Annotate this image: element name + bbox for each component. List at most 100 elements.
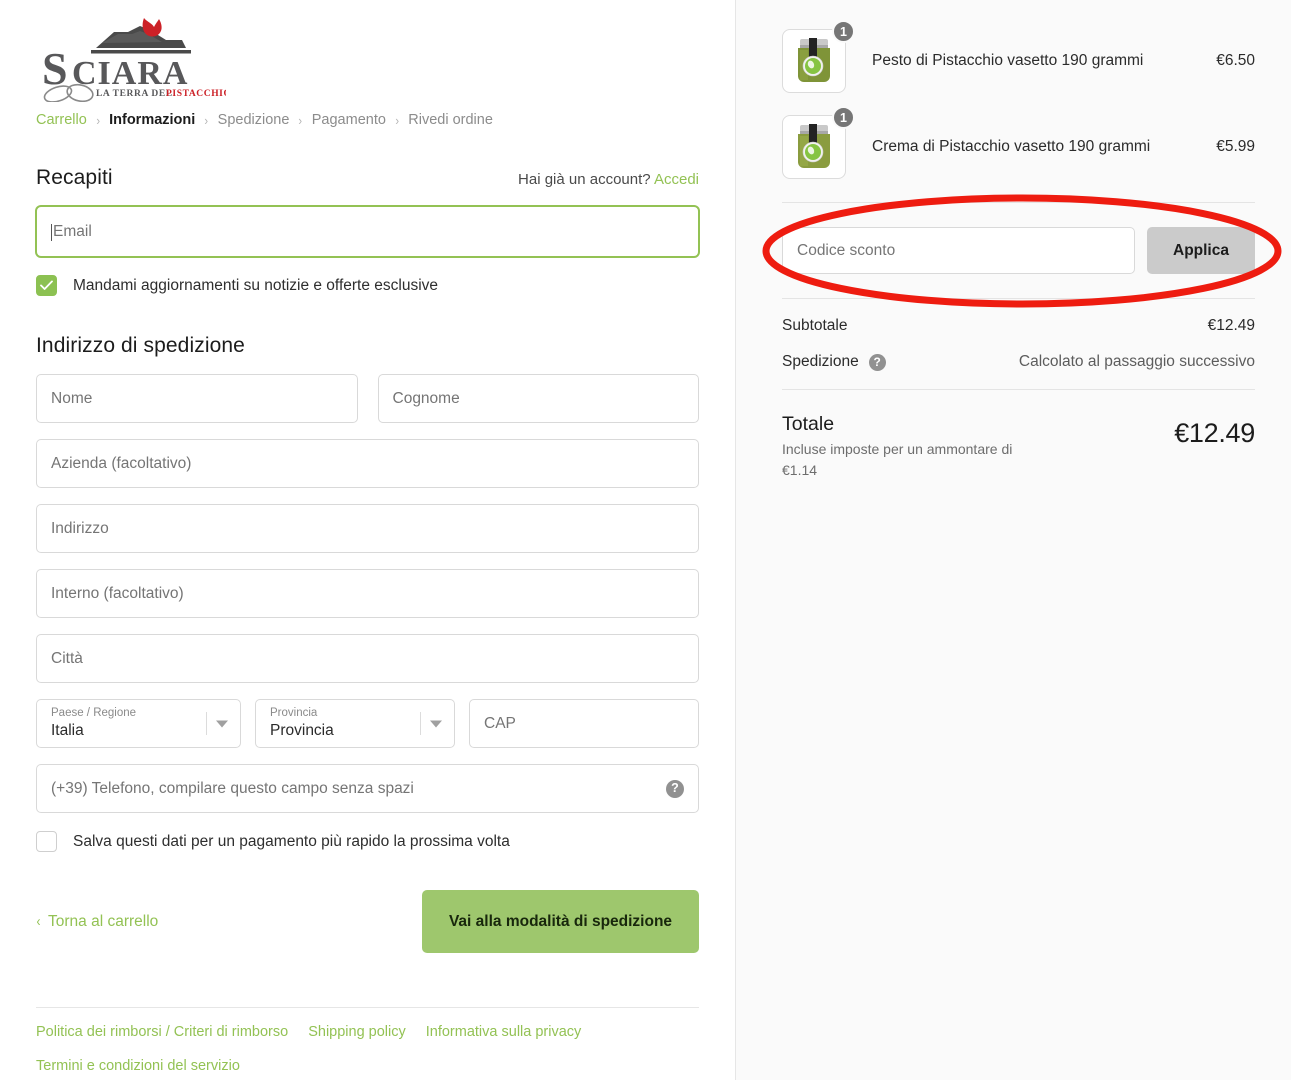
contact-section-header: Recapiti Hai già un account? Accedi [36, 166, 699, 190]
last-name-input[interactable]: Cognome [377, 374, 699, 423]
breadcrumb: Carrello › Informazioni › Spedizione › P… [36, 112, 699, 128]
province-label: Provincia [270, 707, 318, 720]
select-divider [420, 712, 421, 735]
address2-input[interactable]: Interno (facoltativo) [36, 569, 699, 618]
first-name-placeholder: Nome [51, 389, 93, 407]
save-info-checkbox-row[interactable]: Salva questi dati per un pagamento più r… [36, 831, 699, 852]
product-price: €6.50 [1216, 52, 1255, 69]
chevron-left-icon: ‹ [36, 913, 41, 930]
brand-logo[interactable]: S CIARA LA TERRA DEL PISTACCHIO [36, 0, 699, 102]
apply-discount-button[interactable]: Applica [1147, 227, 1255, 274]
subtotal-value: €12.49 [1207, 317, 1255, 334]
shipping-title: Indirizzo di spedizione [36, 334, 245, 357]
footer-link-privacy-policy[interactable]: Informativa sulla privacy [426, 1024, 582, 1040]
shipping-value: Calcolato al passaggio successivo [1018, 353, 1255, 370]
cart-line-item: 1 Pesto di Pistacchio vasetto 190 grammi… [782, 18, 1255, 104]
product-name: Pesto di Pistacchio vasetto 190 grammi [872, 51, 1144, 69]
product-thumbnail-wrap[interactable]: 1 [782, 106, 855, 179]
grand-total-value: €12.49 [1174, 418, 1255, 448]
grand-total-row: Totale Incluse imposte per un ammontare … [782, 390, 1255, 480]
summary-divider [782, 202, 1255, 203]
contact-title: Recapiti [36, 166, 113, 189]
footer-link-terms-of-service[interactable]: Termini e condizioni del servizio [36, 1058, 240, 1074]
address2-placeholder: Interno (facoltativo) [51, 584, 184, 602]
breadcrumb-item-cart[interactable]: Carrello [36, 112, 87, 128]
checkout-form-column: S CIARA LA TERRA DEL PISTACCHIO Carrello… [0, 0, 735, 1080]
email-input[interactable]: Email [36, 206, 699, 257]
discount-code-placeholder: Codice sconto [797, 241, 896, 259]
product-name: Crema di Pistacchio vasetto 190 grammi [872, 137, 1151, 155]
svg-text:PISTACCHIO: PISTACCHIO [166, 89, 226, 99]
country-select[interactable]: Paese / Regione Italia [36, 699, 241, 748]
chevron-down-icon[interactable] [216, 720, 228, 727]
check-icon [40, 280, 53, 290]
text-caret [51, 224, 52, 241]
company-placeholder: Azienda (facoltativo) [51, 454, 192, 472]
account-prompt-text: Hai già un account? [518, 171, 651, 188]
save-info-checkbox[interactable] [36, 831, 57, 852]
grand-total-labels: Totale Incluse imposte per un ammontare … [782, 412, 1022, 480]
last-name-placeholder: Cognome [392, 389, 460, 407]
breadcrumb-item-review: Rivedi ordine [408, 112, 493, 128]
grand-total-note: Incluse imposte per un ammontare di €1.1… [782, 441, 1013, 478]
form-actions: ‹ Torna al carrello Vai alla modalità di… [36, 890, 699, 953]
newsletter-label: Mandami aggiornamenti su notizie e offer… [73, 276, 439, 294]
breadcrumb-item-information[interactable]: Informazioni [109, 112, 195, 128]
country-value: Italia [51, 721, 84, 739]
province-value: Provincia [270, 721, 334, 739]
crema-jar-icon [798, 124, 830, 168]
breadcrumb-separator: › [395, 112, 399, 128]
breadcrumb-item-shipping: Spedizione [217, 112, 290, 128]
question-mark-icon[interactable]: ? [868, 353, 886, 371]
subtotal-row: Subtotale €12.49 [782, 317, 1255, 335]
company-input[interactable]: Azienda (facoltativo) [36, 439, 699, 488]
account-prompt: Hai già un account? Accedi [518, 171, 699, 188]
first-name-input[interactable]: Nome [36, 374, 358, 423]
chevron-down-icon[interactable] [430, 720, 442, 727]
continue-to-shipping-button[interactable]: Vai alla modalità di spedizione [422, 890, 699, 953]
quantity-badge: 1 [832, 106, 855, 129]
checkout-page: S CIARA LA TERRA DEL PISTACCHIO Carrello… [0, 0, 1291, 1080]
discount-code-input[interactable]: Codice sconto [782, 227, 1135, 274]
city-placeholder: Città [51, 649, 83, 667]
footer-link-shipping-policy[interactable]: Shipping policy [308, 1024, 406, 1040]
name-row: Nome Cognome [36, 374, 699, 423]
breadcrumb-item-payment: Pagamento [311, 112, 386, 128]
region-row: Paese / Regione Italia Provincia Provinc… [36, 699, 699, 748]
postal-code-input[interactable]: CAP [469, 699, 699, 748]
save-info-label: Salva questi dati per un pagamento più r… [73, 832, 510, 850]
newsletter-checkbox-row[interactable]: Mandami aggiornamenti su notizie e offer… [36, 275, 699, 296]
city-input[interactable]: Città [36, 634, 699, 683]
back-to-cart-link[interactable]: ‹ Torna al carrello [36, 912, 159, 931]
country-label: Paese / Regione [51, 707, 137, 720]
subtotal-label: Subtotale [782, 317, 848, 334]
cart-line-item: 1 Crema di Pistacchio vasetto 190 grammi… [782, 104, 1255, 190]
address-input[interactable]: Indirizzo [36, 504, 699, 553]
phone-placeholder: (+39) Telefono, compilare questo campo s… [51, 779, 414, 797]
postal-code-placeholder: CAP [484, 714, 516, 732]
order-summary-column: 1 Pesto di Pistacchio vasetto 190 grammi… [735, 0, 1291, 1080]
sciara-logo-icon: S CIARA LA TERRA DEL PISTACCHIO [42, 18, 226, 102]
quantity-badge: 1 [832, 20, 855, 43]
phone-input[interactable]: (+39) Telefono, compilare questo campo s… [36, 764, 699, 813]
svg-text:CIARA: CIARA [72, 55, 188, 92]
select-divider [206, 712, 207, 735]
product-thumbnail-wrap[interactable]: 1 [782, 20, 855, 93]
svg-text:LA TERRA DEL: LA TERRA DEL [96, 89, 173, 99]
totals-section: Subtotale €12.49 Spedizione ? Calcolato … [782, 299, 1255, 371]
login-link[interactable]: Accedi [654, 171, 699, 188]
discount-code-area: Codice sconto Applica [782, 227, 1255, 274]
shipping-label-wrap: Spedizione ? [782, 353, 886, 371]
breadcrumb-separator: › [298, 112, 303, 128]
pesto-jar-icon [798, 38, 830, 82]
footer-link-refund-policy[interactable]: Politica dei rimborsi / Criteri di rimbo… [36, 1024, 288, 1040]
breadcrumb-separator: › [204, 112, 209, 128]
footer: Politica dei rimborsi / Criteri di rimbo… [36, 1007, 699, 1080]
newsletter-checkbox[interactable] [36, 275, 57, 296]
shipping-label: Spedizione [782, 353, 859, 370]
question-mark-icon[interactable]: ? [666, 779, 684, 798]
footer-links: Politica dei rimborsi / Criteri di rimbo… [36, 1024, 699, 1080]
back-to-cart-label: Torna al carrello [48, 912, 159, 930]
province-select[interactable]: Provincia Provincia [255, 699, 455, 748]
shipping-section-header: Indirizzo di spedizione [36, 334, 699, 358]
